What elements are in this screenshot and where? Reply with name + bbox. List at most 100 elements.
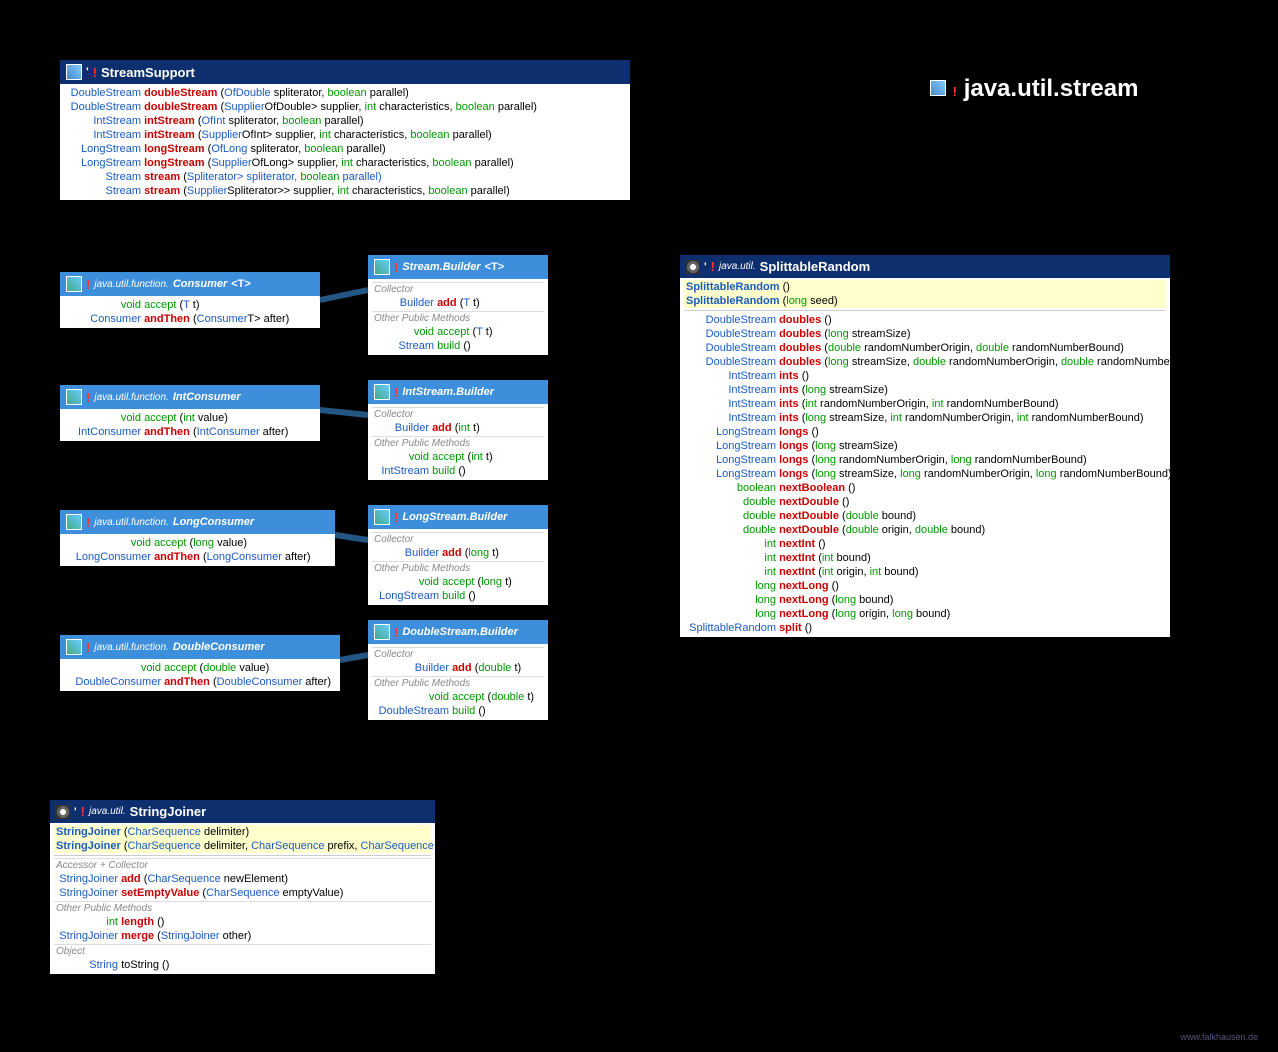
package-title: ! java.util.stream [930,75,1138,103]
longconsumer-box: ! java.util.function.LongConsumer void a… [60,510,335,566]
method-row: LongStream build () [372,589,544,603]
method-row: IntStream ints (int randomNumberOrigin, … [684,397,1166,411]
constructor-row: SplittableRandom (long seed) [684,294,1166,308]
method-row: Builder add (long t) [372,546,544,560]
gear-icon [686,260,700,274]
box-header: ! java.util.function.LongConsumer [60,510,335,534]
bang-icon: ! [86,390,90,405]
intconsumer-box: ! java.util.function.IntConsumer void ac… [60,385,320,441]
method-row: StringJoiner merge (StringJoiner other) [54,929,431,943]
interface-icon [374,509,390,525]
gear-icon [56,805,70,819]
class-name: LongStream.Builder [402,511,507,523]
consumer-box: ! java.util.function. Consumer <T> void a… [60,272,320,328]
section-label: Collector [372,647,544,661]
box-header: ! IntStream.Builder [368,380,548,404]
section-label: Other Public Methods [372,311,544,325]
bang-icon: ! [86,640,90,655]
class-name: DoubleStream.Builder [402,626,518,638]
method-row: Stream stream (SupplierSpliterator>> sup… [64,184,626,198]
package-prefix: java.util.function. [94,392,169,403]
method-row: Consumer andThen (ConsumerT> after) [64,312,316,326]
method-row: Stream stream (Spliterator> spliterator,… [64,170,626,184]
method-row: DoubleStream doubles (double randomNumbe… [684,341,1166,355]
method-row: IntStream ints (long streamSize, int ran… [684,411,1166,425]
method-list: void accept (T t)Consumer andThen (Consu… [60,296,320,328]
streambuilder-box: ! Stream.Builder <T> CollectorBuilder ad… [368,255,548,355]
footer-link[interactable]: www.falkhausen.de [1180,1032,1258,1042]
class-name: Consumer [173,278,227,290]
bang-icon: ! [81,804,85,819]
class-name: LongConsumer [173,516,254,528]
section-label: Collector [372,532,544,546]
method-list: DoubleStream doubles ()DoubleStream doub… [684,313,1166,635]
method-row: void accept (int t) [372,450,544,464]
section-label: Other Public Methods [372,436,544,450]
bang-icon: ! [394,510,398,525]
interface-icon [374,259,390,275]
method-row: long nextLong (long origin, long bound) [684,607,1166,621]
method-list: CollectorBuilder add (double t)Other Pub… [368,644,548,720]
method-row: String toString () [54,958,431,972]
method-row: Builder add (T t) [372,296,544,310]
method-row: boolean nextBoolean () [684,481,1166,495]
interface-icon [374,384,390,400]
method-list: void accept (int value)IntConsumer andTh… [60,409,320,441]
box-header: ! Stream.Builder <T> [368,255,548,279]
section-label: Collector [372,407,544,421]
method-row: DoubleStream doubles (long streamSize, d… [684,355,1166,369]
class-icon [930,80,946,96]
method-row: Stream build () [372,339,544,353]
method-row: LongStream longs () [684,425,1166,439]
method-row: void accept (T t) [372,325,544,339]
method-row: IntStream build () [372,464,544,478]
section-label: Other Public Methods [372,561,544,575]
method-row: void accept (T t) [64,298,316,312]
box-header: ! java.util.function.DoubleConsumer [60,635,340,659]
constructor-row: StringJoiner (CharSequence delimiter, Ch… [54,839,431,853]
method-list: void accept (long value)LongConsumer and… [60,534,335,566]
package-prefix: java.util.function. [94,642,169,653]
doubleconsumer-box: ! java.util.function.DoubleConsumer void… [60,635,340,691]
method-row: LongStream longs (long streamSize) [684,439,1166,453]
method-row: double nextDouble (double bound) [684,509,1166,523]
interface-icon [66,639,82,655]
splittablerandom-box: ' ! java.util.SplittableRandom Splittabl… [680,255,1170,637]
section-label: Other Public Methods [372,676,544,690]
type-param: <T> [231,278,251,290]
method-row: DoubleStream build () [372,704,544,718]
method-row: double nextDouble () [684,495,1166,509]
method-list: DoubleStream doubleStream (OfDouble spli… [60,84,630,200]
bang-icon: ! [86,277,90,292]
method-row: int nextInt (int bound) [684,551,1166,565]
method-row: int length () [54,915,431,929]
box-header: ' ! StreamSupport [60,60,630,84]
method-row: SplittableRandom split () [684,621,1166,635]
bang-icon: ! [394,260,398,275]
class-name: IntStream.Builder [402,386,494,398]
longstreambuilder-box: ! LongStream.Builder CollectorBuilder ad… [368,505,548,605]
class-name: SplittableRandom [760,259,871,274]
method-row: DoubleStream doubleStream (OfDouble spli… [64,86,626,100]
intstreambuilder-box: ! IntStream.Builder CollectorBuilder add… [368,380,548,480]
package-prefix: java.util.function. [94,517,169,528]
constructors: StringJoiner (CharSequence delimiter)Str… [54,825,431,853]
doublestreambuilder-box: ! DoubleStream.Builder CollectorBuilder … [368,620,548,720]
method-row: long nextLong () [684,579,1166,593]
interface-icon [374,624,390,640]
method-row: StringJoiner add (CharSequence newElemen… [54,872,431,886]
method-row: void accept (long value) [64,536,331,550]
type-param: <T> [485,261,505,273]
method-row: double nextDouble (double origin, double… [684,523,1166,537]
method-row: DoubleConsumer andThen (DoubleConsumer a… [64,675,336,689]
box-header: ! LongStream.Builder [368,505,548,529]
method-list: CollectorBuilder add (int t)Other Public… [368,404,548,480]
package-prefix: java.util.function. [94,279,169,290]
class-icon [66,64,82,80]
method-row: Builder add (int t) [372,421,544,435]
method-row: DoubleStream doubles (long streamSize) [684,327,1166,341]
class-name: Stream.Builder [402,261,480,273]
method-row: int nextInt (int origin, int bound) [684,565,1166,579]
bang-icon: ! [394,625,398,640]
method-row: LongStream longs (long randomNumberOrigi… [684,453,1166,467]
